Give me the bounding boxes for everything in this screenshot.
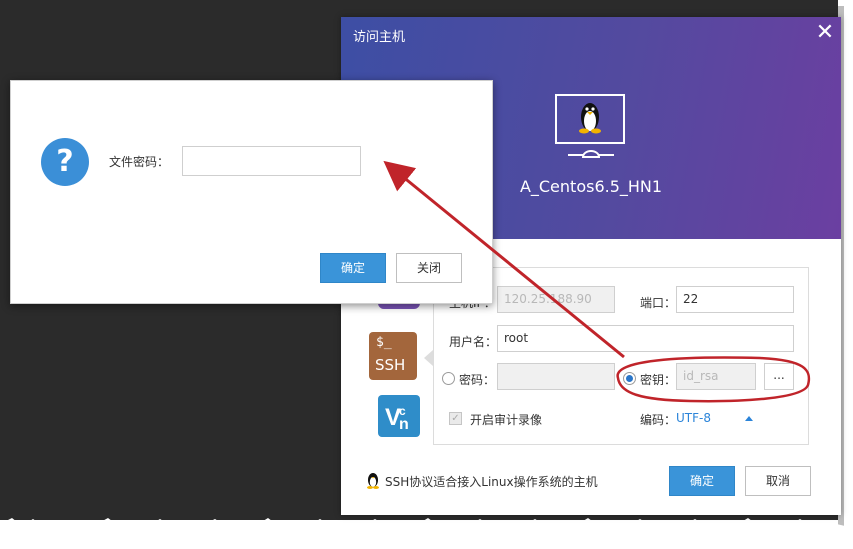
footer-note: SSH协议适合接入Linux操作系统的主机 [385,475,598,489]
vnc-icon: V n c [385,404,409,433]
protocol-tab-ssh[interactable]: $_ SSH [369,332,417,380]
encoding-select[interactable]: UTF-8 [676,411,711,425]
torn-edge [0,518,853,549]
ip-field[interactable]: 120.25.188.90 [497,286,615,313]
cancel-button[interactable]: 取消 [745,466,811,496]
svg-text:c: c [399,404,406,418]
prompt-ok-button[interactable]: 确定 [320,253,386,283]
file-password-dialog: ? 文件密码： 确定 关闭 [10,80,493,304]
username-label: 用户名： [449,335,498,349]
linux-monitor-icon [555,94,625,158]
file-password-input[interactable] [182,146,361,176]
audit-checkbox[interactable]: ✓ [449,412,462,425]
password-radio[interactable] [442,372,455,385]
key-label: 密钥： [640,373,677,387]
prompt-close-button[interactable]: 关闭 [396,253,462,283]
port-label: 端口： [640,296,677,310]
audit-label: 开启审计录像 [470,413,543,427]
password-field[interactable] [497,363,615,390]
ssh-prompt-glyph: $_ [376,335,392,350]
question-icon: ? [41,138,89,186]
ssh-tab-label: SSH [375,356,406,374]
svg-text:n: n [399,416,409,433]
close-icon[interactable]: ✕ [814,21,836,45]
active-tab-pointer [424,350,433,366]
password-label: 密码： [459,373,496,387]
username-field[interactable]: root [497,325,794,352]
browse-key-button[interactable]: ... [764,363,794,390]
file-password-label: 文件密码： [109,155,170,169]
ok-button[interactable]: 确定 [669,466,735,496]
port-field[interactable]: 22 [676,286,794,313]
caret-up-icon[interactable] [745,416,753,421]
key-radio[interactable] [623,372,636,385]
linux-penguin-icon [367,473,379,489]
encoding-label: 编码： [640,413,677,427]
key-field[interactable]: id_rsa [676,363,756,390]
protocol-tab-vnc[interactable]: V n c [378,395,420,437]
dialog-title: 访问主机 [353,30,406,45]
